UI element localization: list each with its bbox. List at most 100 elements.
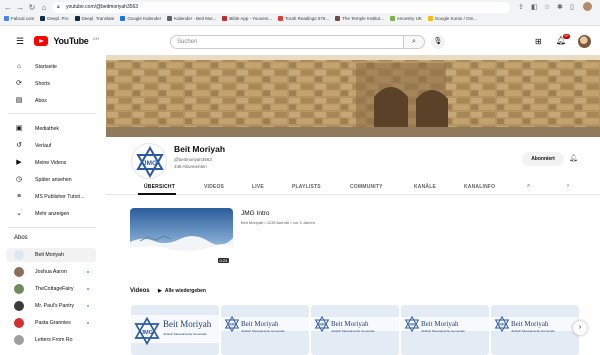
video-card[interactable]: JMG Beit Moriyah Jüdisch Messianische Geme… bbox=[311, 305, 399, 355]
subscription-avatar bbox=[14, 318, 24, 328]
play-icon: ▶ bbox=[158, 288, 162, 294]
sidepanel-icon[interactable]: ▯ bbox=[570, 3, 574, 11]
bookmark-favicon-icon bbox=[167, 16, 173, 21]
sidebar-item-verlauf[interactable]: ↺ Verlauf bbox=[0, 139, 96, 153]
sidebar-subscription-item[interactable]: Joshua Aaron bbox=[0, 265, 96, 279]
sidebar-item-label: Startseite bbox=[35, 64, 57, 70]
bookmark-item[interactable]: Deepl. Pro bbox=[40, 16, 69, 21]
sidebar-item-label: Mehr anzeigen bbox=[35, 211, 70, 217]
channel-handle: @beitmoriyah3563 bbox=[174, 157, 212, 162]
masthead: ☰ YouTube CH Suchen ⌕ 🎙︎ ⊞ 🔔︎ 9+ bbox=[0, 27, 600, 55]
tab-overview[interactable]: ÜBERSICHT bbox=[144, 184, 175, 190]
back-arrow-icon[interactable]: ← bbox=[3, 3, 13, 12]
bookmark-favicon-icon bbox=[4, 16, 9, 21]
notification-badge: 9+ bbox=[563, 34, 571, 39]
puzzle-icon[interactable]: ✱ bbox=[557, 3, 563, 11]
tabs-chevron-right-icon[interactable]: › bbox=[567, 183, 569, 189]
bookmark-item[interactable]: The Temple Institut... bbox=[335, 16, 384, 21]
play-all-label: Alle wiedergeben bbox=[164, 288, 206, 294]
tab-community[interactable]: COMMUNITY bbox=[350, 184, 383, 190]
sidebar-subscription-item[interactable]: Pasta Grannies bbox=[0, 316, 96, 330]
channel-avatar[interactable]: JMG bbox=[131, 143, 167, 179]
active-tab-underline bbox=[138, 193, 176, 195]
play-all-button[interactable]: ▶ Alle wiedergeben bbox=[158, 288, 206, 294]
search-button[interactable]: ⌕ bbox=[403, 35, 425, 49]
subscriber-count: 246 Abonnenten bbox=[174, 164, 207, 169]
tab-videos[interactable]: VIDEOS bbox=[204, 184, 224, 190]
tab-about[interactable]: KANALINFO bbox=[464, 184, 495, 190]
sidebar-item-label: MS Publisher Tutori... bbox=[35, 194, 85, 200]
history-icon: ↺ bbox=[16, 142, 22, 149]
channel-notification-bell-icon[interactable]: 🔔︎ bbox=[569, 154, 578, 162]
sidebar-item-shorts[interactable]: ⟳ Shorts bbox=[0, 77, 96, 91]
extensions-icon[interactable]: ◧ bbox=[531, 3, 538, 11]
shorts-icon: ⟳ bbox=[16, 80, 22, 87]
subscriptions-heading: Abos bbox=[14, 235, 28, 241]
subscription-label: Letters From Ro bbox=[35, 337, 73, 343]
bookmark-item[interactable]: Google Konto / Om... bbox=[427, 16, 478, 21]
bookmark-label: The Temple Institut... bbox=[342, 16, 384, 21]
menu-hamburger-icon[interactable]: ☰ bbox=[16, 36, 24, 47]
bookmark-item[interactable]: Ancestry UK bbox=[389, 16, 422, 21]
address-bar[interactable]: 🔒︎ youtube.com/@beitmoriyah3563 bbox=[52, 2, 510, 13]
bookmark-label: Deepl. Translate bbox=[81, 16, 115, 21]
bookmark-label: Google Konto / Om... bbox=[434, 16, 478, 21]
sidebar-subscription-item[interactable]: Mr. Paul's Pantry bbox=[0, 299, 96, 313]
channel-banner bbox=[106, 55, 600, 137]
bookmark-item[interactable]: Torah Readings 576... bbox=[278, 16, 329, 21]
sidebar-item-ms-publisher-tutori-[interactable]: ≡ MS Publisher Tutori... bbox=[0, 190, 96, 204]
country-code: CH bbox=[92, 36, 99, 41]
sidebar-subscription-item[interactable]: TheCottageFairy bbox=[0, 282, 96, 296]
profile-avatar-icon[interactable] bbox=[583, 2, 592, 11]
subscribed-button[interactable]: Abonniert bbox=[522, 152, 564, 166]
bookmark-star-icon[interactable]: ☆ bbox=[544, 3, 550, 11]
sidebar-item-mediathek[interactable]: ▣ Mediathek bbox=[0, 122, 96, 136]
bookmark-item[interactable]: Google Kalender bbox=[120, 16, 161, 21]
sidebar-subscription-item[interactable]: Beit Moriyah bbox=[6, 248, 96, 262]
shelf-next-chevron-icon[interactable]: › bbox=[573, 321, 587, 335]
video-card[interactable]: JMG Beit Moriyah Jüdisch Messianische Geme… bbox=[131, 305, 219, 355]
tab-live[interactable]: LIVE bbox=[252, 184, 264, 190]
sidebar-item-startseite[interactable]: ⌂ Startseite bbox=[0, 60, 96, 74]
reload-icon[interactable]: ↻ bbox=[27, 3, 37, 12]
sidebar-item-später-ansehen[interactable]: ◷ Später ansehen bbox=[0, 173, 96, 187]
svg-text:JMG: JMG bbox=[141, 330, 153, 336]
sidebar-item-abos[interactable]: ▤ Abos bbox=[0, 94, 96, 108]
subscriptions-icon: ▤ bbox=[15, 97, 23, 104]
create-video-icon[interactable]: ⊞ bbox=[535, 37, 542, 46]
featured-video-duration: 0:23 bbox=[218, 258, 229, 263]
subscription-label: Mr. Paul's Pantry bbox=[35, 303, 75, 309]
videos-shelf-heading[interactable]: Videos bbox=[130, 288, 150, 294]
bookmarks-bar: Fabcal.com Deepl. Pro Deepl. Translate Goog… bbox=[4, 16, 483, 25]
home-browser-icon[interactable]: ⌂ bbox=[39, 3, 49, 12]
svg-text:Jüdisch Messianische Gemeinde: Jüdisch Messianische Gemeinde bbox=[511, 329, 555, 333]
search-input[interactable]: Suchen bbox=[170, 35, 404, 49]
video-card[interactable]: JMG Beit Moriyah Jüdisch Messianische Geme… bbox=[401, 305, 489, 355]
bookmark-item[interactable]: Fabcal.com bbox=[4, 16, 34, 21]
bookmark-item[interactable]: Bible App - Youvers... bbox=[222, 16, 272, 21]
subscription-avatar bbox=[14, 267, 24, 277]
featured-video-title[interactable]: JMG Intro bbox=[241, 210, 270, 217]
sidebar-item-meine-videos[interactable]: ▶ Meine Videos bbox=[0, 156, 96, 170]
youtube-play-icon bbox=[34, 36, 48, 46]
video-card[interactable]: JMG Beit Moriyah Jüdisch Messianische Geme… bbox=[221, 305, 309, 355]
sidebar-subscription-item[interactable]: Letters From Ro bbox=[0, 333, 96, 347]
forward-arrow-icon[interactable]: → bbox=[15, 3, 25, 12]
tab-channels[interactable]: KANÄLE bbox=[414, 184, 436, 190]
bookmark-item[interactable]: Deepl. Translate bbox=[74, 16, 115, 21]
voice-search-button[interactable]: 🎙︎ bbox=[431, 35, 445, 49]
bookmark-label: Google Kalender bbox=[127, 16, 162, 21]
bookmark-item[interactable]: Kalender - Beit Mor... bbox=[167, 16, 216, 21]
video-card[interactable]: JMG Beit Moriyah Jüdisch Messianische Geme… bbox=[491, 305, 579, 355]
bookmark-favicon-icon bbox=[222, 16, 228, 21]
channel-tabs: ÜBERSICHT VIDEOS LIVE PLAYLISTS COMMUNIT… bbox=[106, 181, 600, 195]
bookmark-favicon-icon bbox=[278, 16, 284, 21]
channel-search-icon[interactable]: ⌕ bbox=[527, 183, 530, 190]
youtube-logo[interactable]: YouTube CH bbox=[34, 36, 99, 47]
account-avatar[interactable] bbox=[578, 35, 591, 48]
svg-text:Beit Moriyah: Beit Moriyah bbox=[241, 320, 279, 328]
share-icon[interactable]: ⇪ bbox=[518, 3, 524, 11]
browser-chrome: ← → ↻ ⌂ 🔒︎ youtube.com/@beitmoriyah3563 … bbox=[0, 0, 600, 26]
tab-playlists[interactable]: PLAYLISTS bbox=[292, 184, 321, 190]
sidebar-item-mehr-anzeigen[interactable]: ⌄ Mehr anzeigen bbox=[0, 207, 96, 221]
